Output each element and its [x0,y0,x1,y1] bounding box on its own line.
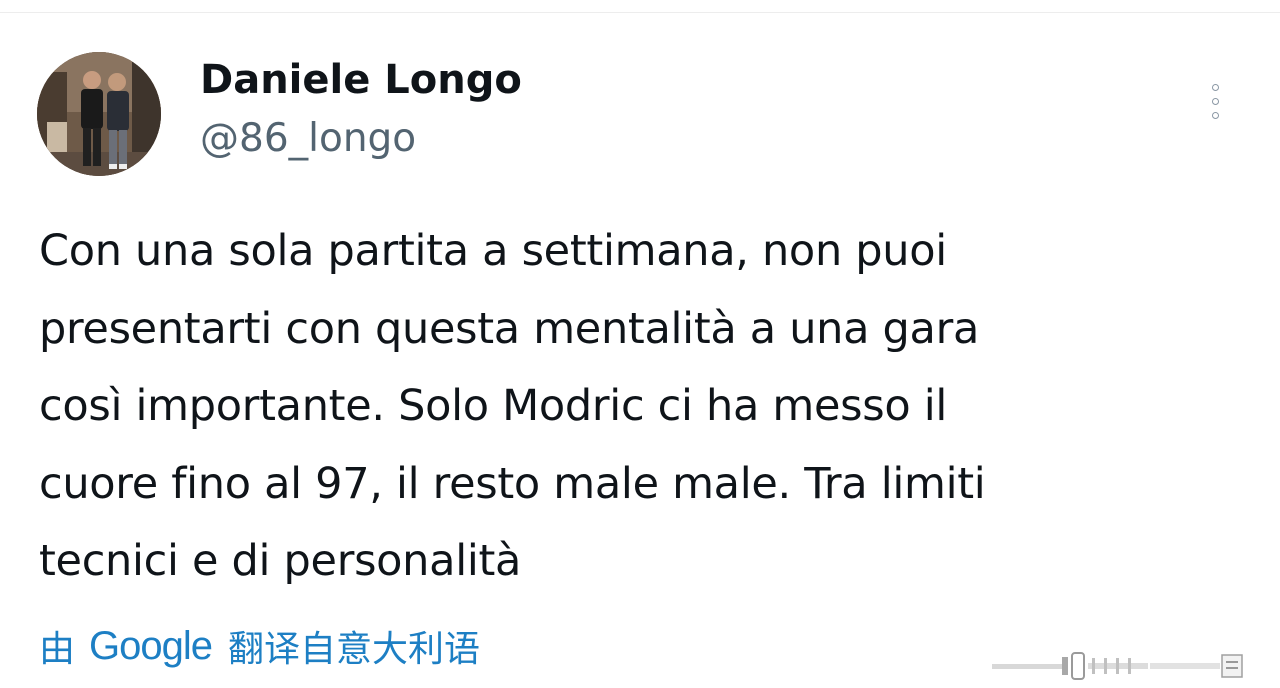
user-handle[interactable]: @86_longo [200,114,416,164]
translate-link[interactable]: 由 Google 翻译自意大利语 [39,616,480,676]
avatar[interactable] [37,52,161,176]
tweet-card: Daniele Longo @86_longo Con una sola par… [0,13,1280,688]
google-logo: Google [89,623,213,668]
display-name[interactable]: Daniele Longo [200,55,522,105]
avatar-photo [37,52,161,176]
barcode-watermark [990,649,1260,685]
more-vertical-icon[interactable] [1198,79,1238,125]
translate-suffix: 翻译自意大利语 [228,629,481,670]
translate-prefix: 由 [39,629,76,670]
top-border [0,0,1280,13]
tweet-text: Con una sola partita a settimana, non pu… [39,226,986,586]
